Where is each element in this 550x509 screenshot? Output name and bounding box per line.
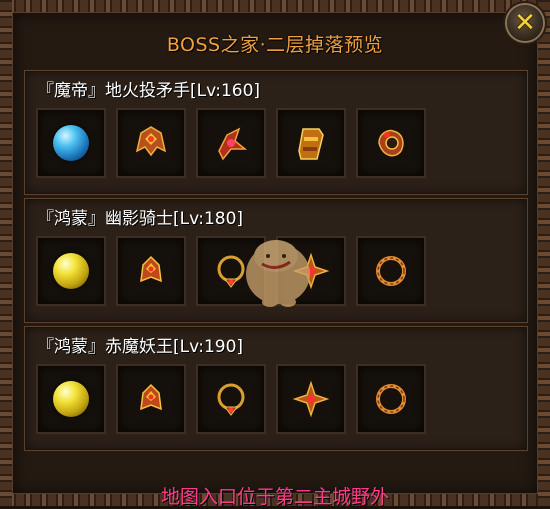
item-slot[interactable] (196, 364, 266, 434)
helmet-icon (135, 126, 167, 157)
yellow-orb-icon (53, 253, 89, 289)
helmet-icon (140, 255, 162, 283)
amulet-icon (218, 127, 248, 161)
blue-orb-icon (53, 125, 89, 161)
close-button[interactable]: ✕ (507, 5, 543, 41)
item-slot[interactable] (36, 108, 106, 178)
ring-icon (376, 256, 406, 286)
item-slot[interactable] (36, 364, 106, 434)
bracer-icon (298, 128, 324, 160)
item-slot[interactable] (36, 236, 106, 306)
helmet-icon (140, 383, 162, 411)
boss-section-3: 『鸿蒙』赤魔妖王[Lv:190] (24, 326, 528, 451)
item-slot[interactable] (196, 108, 266, 178)
amulet-icon (292, 380, 330, 418)
boss-name: 『鸿蒙』幽影骑士[Lv:180] (37, 209, 244, 229)
map-entrance-hint: 地图入口位于第二主城野外 (160, 486, 389, 508)
item-slot[interactable] (276, 108, 346, 178)
frame-border-left (0, 0, 12, 506)
boss-name: 『魔帝』地火投矛手[Lv:160] (37, 81, 261, 101)
boss-section-1: 『魔帝』地火投矛手[Lv:160] (24, 70, 528, 195)
item-slot[interactable] (116, 236, 186, 306)
boss-name: 『鸿蒙』赤魔妖王[Lv:190] (37, 337, 244, 357)
item-slot[interactable] (116, 108, 186, 178)
item-slot[interactable] (116, 364, 186, 434)
item-slot[interactable] (356, 236, 426, 306)
necklace-icon (217, 383, 245, 416)
item-slot[interactable] (356, 108, 426, 178)
window-title: BOSS之家·二层掉落预览 (166, 34, 384, 56)
ring-icon (376, 384, 406, 414)
item-slot[interactable] (356, 364, 426, 434)
mascot-overlay-icon (246, 240, 310, 307)
yellow-orb-icon (53, 381, 89, 417)
frame-border-right (538, 0, 550, 506)
close-icon: ✕ (514, 8, 536, 38)
ring-icon (378, 129, 404, 157)
item-slot[interactable] (276, 364, 346, 434)
frame-border-top (0, 0, 550, 12)
